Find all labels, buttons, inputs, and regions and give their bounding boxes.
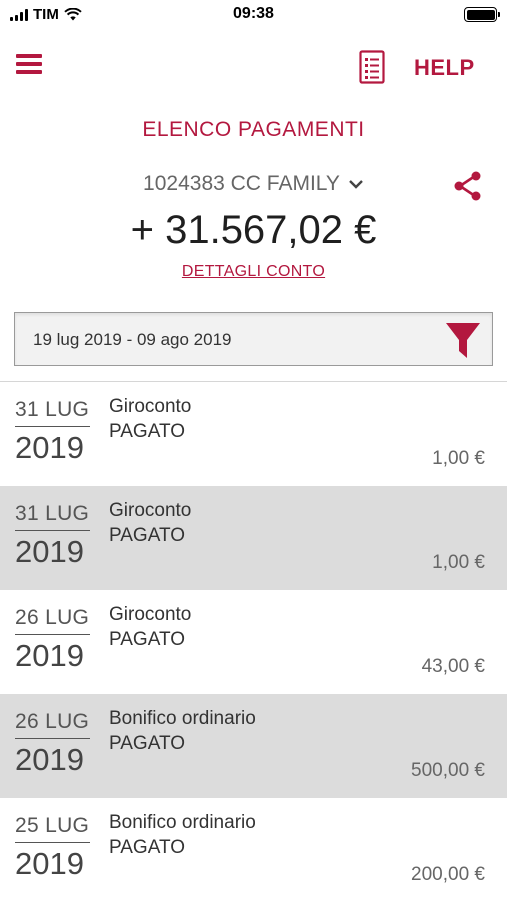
hamburger-menu-icon[interactable] bbox=[16, 54, 42, 74]
filter-funnel-icon[interactable] bbox=[445, 320, 481, 360]
payment-type: Giroconto bbox=[109, 396, 192, 417]
payment-year: 2019 bbox=[15, 742, 84, 777]
payment-day: 31 LUG bbox=[15, 398, 90, 421]
status-bar: TIM 09:38 bbox=[0, 0, 507, 30]
account-balance: + 31.567,02 € bbox=[130, 208, 377, 252]
payment-row[interactable]: 31 LUG 2019 Giroconto PAGATO 1,00 € bbox=[0, 486, 507, 590]
payment-day: 26 LUG bbox=[15, 606, 90, 629]
account-details-link[interactable]: DETTAGLI CONTO bbox=[0, 263, 507, 281]
date-divider bbox=[15, 426, 90, 427]
payment-type: Bonifico ordinario bbox=[109, 812, 256, 833]
payment-status: PAGATO bbox=[109, 421, 186, 442]
payment-status: PAGATO bbox=[109, 525, 186, 546]
account-selector[interactable]: 1024383 CC FAMILY bbox=[0, 172, 507, 196]
payment-type: Giroconto bbox=[109, 500, 192, 521]
date-range-filter[interactable]: 19 lug 2019 - 09 ago 2019 bbox=[14, 312, 493, 366]
payment-year: 2019 bbox=[15, 430, 84, 465]
payment-year: 2019 bbox=[15, 846, 84, 881]
payment-amount: 1,00 € bbox=[432, 552, 485, 573]
date-divider bbox=[15, 634, 90, 635]
payment-day: 31 LUG bbox=[15, 502, 90, 525]
payment-year: 2019 bbox=[15, 638, 84, 673]
payment-amount: 1,00 € bbox=[432, 448, 485, 469]
payment-type: Bonifico ordinario bbox=[109, 708, 256, 729]
payment-row[interactable]: 26 LUG 2019 Bonifico ordinario PAGATO 50… bbox=[0, 694, 507, 798]
payment-amount: 43,00 € bbox=[421, 656, 485, 677]
payment-row[interactable]: 31 LUG 2019 Giroconto PAGATO 1,00 € bbox=[0, 382, 507, 486]
date-divider bbox=[15, 842, 90, 843]
payment-status: PAGATO bbox=[109, 629, 186, 650]
payment-amount: 500,00 € bbox=[411, 760, 485, 781]
payments-list: 31 LUG 2019 Giroconto PAGATO 1,00 € 31 L… bbox=[0, 382, 507, 900]
payment-row[interactable]: 26 LUG 2019 Giroconto PAGATO 43,00 € bbox=[0, 590, 507, 694]
payment-year: 2019 bbox=[15, 534, 84, 569]
share-icon[interactable] bbox=[452, 170, 484, 202]
payment-status: PAGATO bbox=[109, 733, 186, 754]
date-range-label: 19 lug 2019 - 09 ago 2019 bbox=[33, 330, 232, 349]
help-button[interactable]: HELP bbox=[414, 55, 475, 81]
payment-row[interactable]: 25 LUG 2019 Bonifico ordinario PAGATO 20… bbox=[0, 798, 507, 900]
document-list-icon[interactable] bbox=[359, 50, 385, 84]
payment-day: 26 LUG bbox=[15, 710, 90, 733]
date-divider bbox=[15, 738, 90, 739]
date-divider bbox=[15, 530, 90, 531]
clock: 09:38 bbox=[233, 5, 274, 22]
page-title: ELENCO PAGAMENTI bbox=[142, 118, 365, 141]
chevron-down-icon bbox=[349, 180, 363, 189]
payment-type: Giroconto bbox=[109, 604, 192, 625]
payment-day: 25 LUG bbox=[15, 814, 90, 837]
battery-icon bbox=[464, 7, 500, 22]
payment-status: PAGATO bbox=[109, 837, 186, 858]
payment-amount: 200,00 € bbox=[411, 864, 485, 885]
account-label: 1024383 CC FAMILY bbox=[143, 172, 340, 195]
